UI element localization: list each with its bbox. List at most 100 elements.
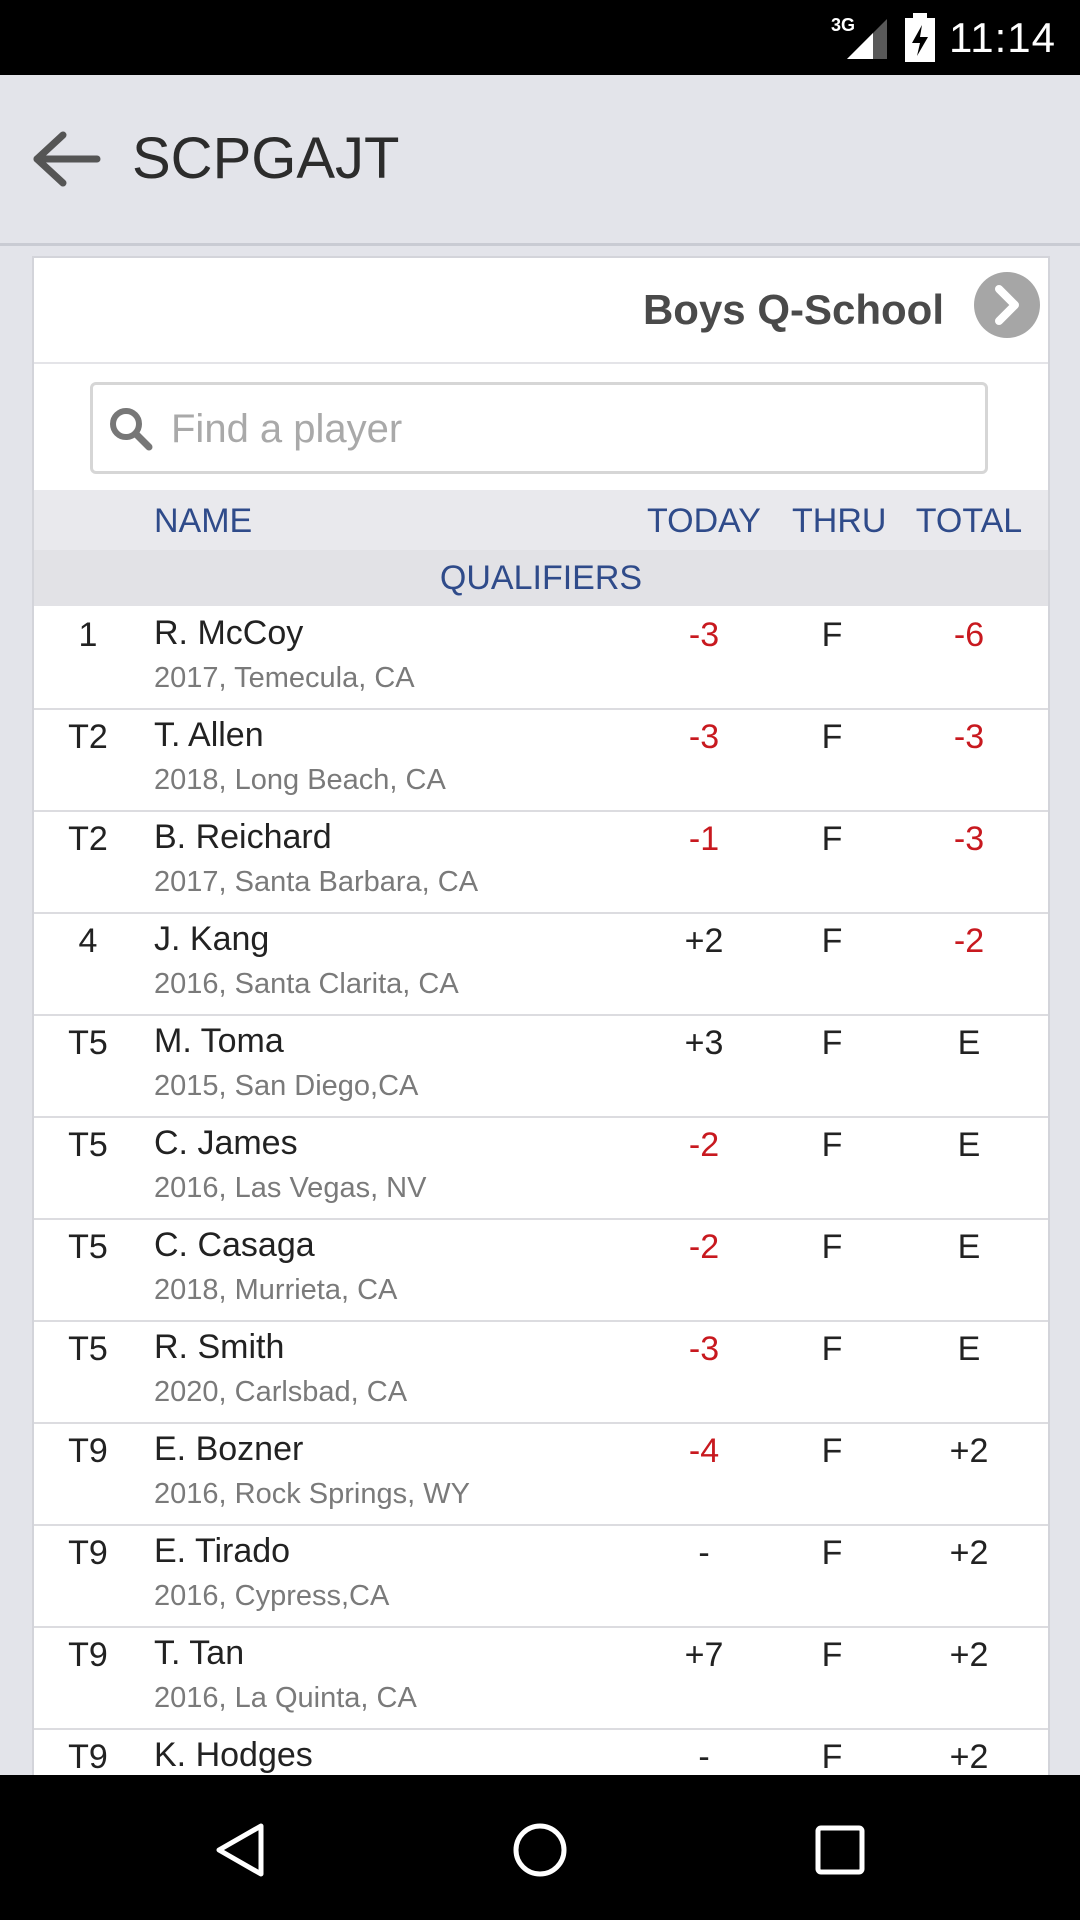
player-total-score: E [957,1228,981,1266]
player-total-score: +2 [949,1534,989,1572]
player-row[interactable]: T9 K. Hodges - F +2 [34,1730,1048,1778]
event-title[interactable]: Boys Q-School [643,284,944,336]
player-thru: F [821,1636,843,1674]
player-name: C. Casaga [154,1226,315,1264]
player-info: 2016, La Quinta, CA [154,1682,417,1714]
player-row[interactable]: T5 C. James 2016, Las Vegas, NV -2 F E [34,1118,1048,1220]
player-total-score: E [957,1330,981,1368]
player-row[interactable]: T9 E. Bozner 2016, Rock Springs, WY -4 F +2 [34,1424,1048,1526]
player-total-score: -3 [953,718,985,756]
nav-recents-button[interactable] [805,1815,875,1885]
player-list: 1 R. McCoy 2017, Temecula, CA -3 F -6 T2 T. All… [34,608,1048,1778]
player-today-score: +3 [684,1024,724,1062]
player-row[interactable]: T5 R. Smith 2020, Carlsbad, CA -3 F E [34,1322,1048,1424]
column-today-header[interactable]: TODAY [634,502,774,541]
app-title: SCPGAJT [132,126,400,191]
player-row[interactable]: T2 T. Allen 2018, Long Beach, CA -3 F -3 [34,710,1048,812]
network-type-label: 3G [831,15,855,35]
search-icon [110,408,153,451]
square-recents-icon [815,1825,865,1875]
player-row[interactable]: T5 M. Toma 2015, San Diego,CA +3 F E [34,1016,1048,1118]
player-row[interactable]: T9 T. Tan 2016, La Quinta, CA +7 F +2 [34,1628,1048,1730]
player-name: R. Smith [154,1328,285,1366]
column-name-header[interactable]: NAME [154,502,252,541]
player-thru: F [821,1228,843,1266]
player-info: 2016, Las Vegas, NV [154,1172,427,1204]
nav-back-button[interactable] [206,1815,276,1885]
player-thru: F [821,820,843,858]
player-today-score: -1 [688,820,720,858]
player-total-score: -3 [953,820,985,858]
player-position: 1 [78,616,98,654]
player-today-score: -2 [688,1228,720,1266]
column-header-row: NAME TODAY THRU TOTAL [34,490,1048,550]
status-bar: 3G 11:14 [0,0,1080,75]
player-info: 2018, Long Beach, CA [154,764,446,796]
column-total-header[interactable]: TOTAL [912,502,1026,541]
player-name: C. James [154,1124,298,1162]
section-label-qualifiers: QUALIFIERS [34,550,1048,606]
arrow-left-icon [33,131,101,187]
player-name: T. Allen [154,716,264,754]
player-position: T9 [68,1738,108,1776]
player-thru: F [821,1432,843,1470]
player-total-score: +2 [949,1636,989,1674]
player-info: 2016, Santa Clarita, CA [154,968,459,1000]
player-total-score: E [957,1126,981,1164]
leaderboard-card: Boys Q-School NAME TODAY THRU TOTAL QUAL… [32,256,1050,1780]
player-search[interactable] [90,382,988,474]
player-position: 4 [78,922,98,960]
player-row[interactable]: 1 R. McCoy 2017, Temecula, CA -3 F -6 [34,608,1048,710]
nav-home-button[interactable] [505,1815,575,1885]
event-header: Boys Q-School [34,258,1048,364]
player-name: B. Reichard [154,818,332,856]
player-today-score: -4 [688,1432,720,1470]
player-total-score: -6 [953,616,985,654]
player-row[interactable]: T9 E. Tirado 2016, Cypress,CA - F +2 [34,1526,1048,1628]
player-name: T. Tan [154,1634,245,1672]
player-info: 2017, Temecula, CA [154,662,415,694]
player-today-score: -3 [688,718,720,756]
player-total-score: E [957,1024,981,1062]
player-today-score: -2 [688,1126,720,1164]
player-info: 2015, San Diego,CA [154,1070,419,1102]
player-info: 2016, Rock Springs, WY [154,1478,470,1510]
back-button[interactable] [28,127,104,191]
player-row[interactable]: T5 C. Casaga 2018, Murrieta, CA -2 F E [34,1220,1048,1322]
player-position: T9 [68,1432,108,1470]
battery-charging-icon [905,12,935,62]
navigation-bar [0,1775,1080,1920]
clock: 11:14 [949,13,1056,61]
player-name: K. Hodges [154,1736,313,1774]
player-info: 2020, Carlsbad, CA [154,1376,408,1408]
player-total-score: -2 [953,922,985,960]
player-thru: F [821,1126,843,1164]
player-thru: F [821,616,843,654]
player-position: T5 [68,1126,108,1164]
player-row[interactable]: T2 B. Reichard 2017, Santa Barbara, CA -1 F -… [34,812,1048,914]
player-position: T5 [68,1330,108,1368]
search-input[interactable] [169,395,973,463]
next-event-button[interactable] [974,272,1040,338]
player-position: T9 [68,1636,108,1674]
player-thru: F [821,922,843,960]
circle-home-icon [513,1823,567,1877]
player-today-score: +7 [684,1636,724,1674]
player-name: R. McCoy [154,614,304,652]
player-name: J. Kang [154,920,270,958]
player-info: 2017, Santa Barbara, CA [154,866,479,898]
player-thru: F [821,1024,843,1062]
player-name: E. Bozner [154,1430,304,1468]
player-info: 2018, Murrieta, CA [154,1274,398,1306]
player-total-score: +2 [949,1432,989,1470]
player-thru: F [821,1738,843,1776]
player-position: T5 [68,1228,108,1266]
player-row[interactable]: 4 J. Kang 2016, Santa Clarita, CA +2 F -2 [34,914,1048,1016]
player-today-score: - [698,1738,710,1776]
player-position: T9 [68,1534,108,1572]
player-info: 2016, Cypress,CA [154,1580,390,1612]
player-total-score: +2 [949,1738,989,1776]
player-today-score: - [698,1534,710,1572]
column-thru-header[interactable]: THRU [792,502,886,541]
signal-3g-icon: 3G [831,15,887,59]
